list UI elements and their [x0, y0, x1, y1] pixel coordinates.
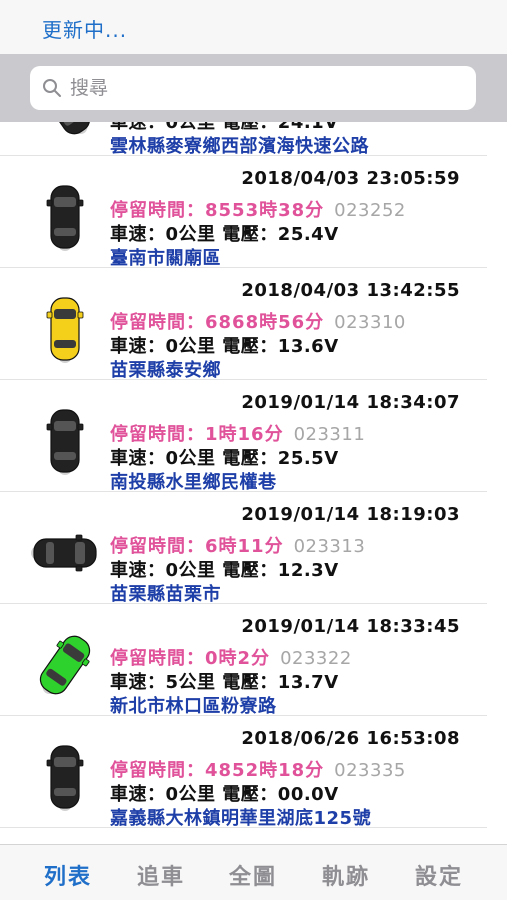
- stay-label: 停留時間：: [110, 312, 205, 333]
- stay-label: 停留時間：: [110, 424, 205, 445]
- timestamp: 2018/06/26 16:53:08: [241, 728, 460, 749]
- device-id: 023252: [334, 200, 406, 221]
- address: 雲林縣麥寮鄉西部濱海快速公路: [110, 136, 369, 157]
- vehicle-row[interactable]: 2019/01/14 18:34:07 停留時間：1時16分 023311 車速：…: [0, 380, 487, 493]
- speed-voltage: 車速：0公里 電壓：25.4V: [110, 224, 339, 245]
- vehicle-row[interactable]: 2018/04/03 23:05:59 停留時間：8553時38分 023252 …: [0, 156, 487, 269]
- speed-voltage: 車速：5公里 電壓：13.7V: [110, 672, 339, 693]
- vehicle-row[interactable]: 2019/01/14 18:19:03 停留時間：6時11分 023313 車速：…: [0, 492, 487, 605]
- speed-voltage: 車速：0公里 電壓：12.3V: [110, 560, 339, 581]
- speed-voltage: 車速：0公里 電壓：13.6V: [110, 336, 339, 357]
- car-black-icon: [46, 745, 84, 811]
- tab-list[interactable]: 列表: [44, 859, 92, 891]
- address: 南投縣水里鄉民權巷: [110, 472, 277, 493]
- tab-settings[interactable]: 設定: [415, 859, 463, 891]
- address: 苗栗縣苗栗市: [110, 584, 221, 605]
- vehicle-row[interactable]: 停留時間：6953時35分023251 車速：0公里 電壓：24.1V 雲林縣麥…: [0, 122, 487, 157]
- search-box[interactable]: [30, 66, 476, 110]
- speed-voltage: 車速：0公里 電壓：25.5V: [110, 448, 339, 469]
- address: 臺南市關廟區: [110, 248, 221, 269]
- tab-full-map[interactable]: 全圖: [229, 859, 277, 891]
- search-icon: [43, 79, 61, 97]
- tab-trajectory[interactable]: 軌跡: [322, 859, 370, 891]
- car-yellow-icon: [46, 297, 84, 363]
- stay-time-line: 停留時間：0時2分 023322: [110, 644, 352, 670]
- car-black-icon: [46, 185, 84, 251]
- speed-voltage: 車速：0公里 電壓：00.0V: [110, 784, 339, 805]
- search-area: [0, 54, 507, 122]
- address: 苗栗縣泰安鄉: [110, 360, 221, 381]
- timestamp: 2019/01/14 18:34:07: [241, 392, 460, 413]
- stay-value: 6時11分: [205, 536, 284, 557]
- stay-time-line: 停留時間：8553時38分 023252: [110, 196, 406, 222]
- stay-value: 1時16分: [205, 424, 284, 445]
- stay-label: 停留時間：: [110, 760, 205, 781]
- vehicle-row[interactable]: 2019/01/14 18:33:45 停留時間：0時2分 023322 車速：5…: [0, 604, 487, 717]
- tab-bar: 列表 追車 全圖 軌跡 設定: [0, 844, 507, 900]
- car-black-icon: [46, 409, 84, 475]
- stay-label: 停留時間：: [110, 200, 205, 221]
- stay-value: 6868時56分: [205, 312, 325, 333]
- stay-time-line: 停留時間：1時16分 023311: [110, 420, 365, 446]
- device-id: 023322: [280, 648, 352, 669]
- status-bar: 更新中...: [0, 0, 507, 54]
- vehicle-row[interactable]: 2018/06/26 16:53:08 停留時間：4852時18分 023335 …: [0, 716, 487, 829]
- stay-time-line: 停留時間：6868時56分 023310: [110, 308, 406, 334]
- stay-value: 4852時18分: [205, 760, 325, 781]
- tab-tracking[interactable]: 追車: [137, 859, 185, 891]
- vehicle-row[interactable]: 2018/04/03 13:42:55 停留時間：6868時56分 023310 …: [0, 268, 487, 381]
- update-status-text: 更新中...: [42, 18, 128, 42]
- timestamp: 2019/01/14 18:33:45: [241, 616, 460, 637]
- timestamp: 2019/01/14 18:19:03: [241, 504, 460, 525]
- search-input[interactable]: [70, 66, 460, 110]
- device-id: 023310: [334, 312, 406, 333]
- stay-label: 停留時間：: [110, 536, 205, 557]
- stay-time-line: 停留時間：4852時18分 023335: [110, 756, 406, 782]
- timestamp: 2018/04/03 13:42:55: [241, 280, 460, 301]
- address: 新北市林口區粉寮路: [110, 696, 277, 717]
- stay-time-line: 停留時間：6時11分 023313: [110, 532, 365, 558]
- device-id: 023335: [334, 760, 406, 781]
- address: 嘉義縣大林鎮明華里湖底125號: [110, 808, 372, 829]
- car-green-icon: [39, 635, 91, 695]
- car-black-icon: [31, 534, 97, 572]
- car-black-icon: [39, 122, 91, 135]
- stay-value: 8553時38分: [205, 200, 325, 221]
- timestamp: 2018/04/03 23:05:59: [241, 168, 460, 189]
- stay-label: 停留時間：: [110, 648, 205, 669]
- device-id: 023311: [293, 424, 366, 445]
- stay-value: 0時2分: [205, 648, 271, 669]
- vehicle-list[interactable]: 停留時間：6953時35分023251 車速：0公里 電壓：24.1V 雲林縣麥…: [0, 122, 507, 844]
- device-id: 023313: [293, 536, 366, 557]
